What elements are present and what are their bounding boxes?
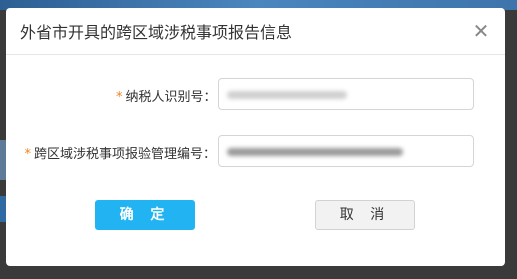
report-no-label: 跨区域涉税事项报验管理编号： <box>33 147 216 162</box>
dialog-header: 外省市开具的跨区域涉税事项报告信息 ✕ <box>6 8 505 55</box>
cancel-button[interactable]: 取 消 <box>315 200 415 230</box>
report-info-dialog: 外省市开具的跨区域涉税事项报告信息 ✕ * 纳税人识别号： * 跨区域涉税事项报验管… <box>6 8 505 266</box>
required-mark: * <box>116 90 123 105</box>
redacted-value <box>227 91 347 99</box>
taxpayer-id-label: 纳税人识别号： <box>125 90 217 105</box>
close-icon[interactable]: ✕ <box>470 20 492 42</box>
confirm-button[interactable]: 确 定 <box>95 200 195 230</box>
required-mark: * <box>24 147 31 162</box>
report-no-label-row: * 跨区域涉税事项报验管理编号： <box>24 143 216 162</box>
redacted-value <box>227 148 403 156</box>
report-no-field[interactable] <box>218 135 474 167</box>
dialog-title: 外省市开具的跨区域涉税事项报告信息 <box>20 23 293 42</box>
taxpayer-id-field[interactable] <box>218 78 474 110</box>
taxpayer-id-label-row: * 纳税人识别号： <box>116 86 217 105</box>
